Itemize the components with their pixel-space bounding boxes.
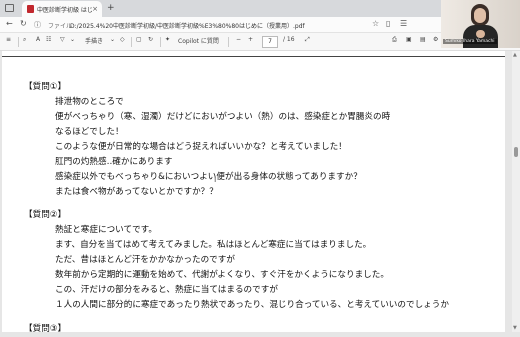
body-line: １人の人間に部分的に寒症であったり熱状であったり、混じり合っている、と考えていい… (55, 300, 449, 310)
zoom-out-button[interactable]: − (236, 36, 241, 43)
body-line: ただ、昔はほとんど汗をかかなかったのですが (55, 255, 235, 265)
section-heading: 【質問③】 (24, 324, 67, 334)
pdf-page: 【質問①】 排泄物のところで 便がべっちゃり（寒、湿濁）だけどにおいがつよい（熱… (2, 51, 505, 334)
draw-dropdown-icon[interactable]: ⌄ (70, 36, 75, 43)
scroll-down-icon[interactable]: ▼ (513, 325, 517, 331)
print-icon[interactable]: ⎙ (392, 36, 397, 44)
body-line: ます、自分を当てはめて考えてみました。私はほとんど寒症に当てはまりました。 (55, 240, 372, 250)
close-tab-icon[interactable]: × (92, 5, 98, 13)
page-number-input[interactable]: 7 (262, 36, 278, 48)
back-icon[interactable]: ← (6, 19, 13, 28)
star-icon[interactable]: ☆ (372, 19, 379, 28)
text-icon[interactable]: ☷ (46, 36, 51, 43)
page-top-rule (2, 56, 505, 57)
tab-title: 中医診断学初級 はじめに（授業用） (37, 6, 93, 14)
save-icon[interactable]: ▣ (406, 36, 412, 43)
toolbar-divider (18, 37, 19, 47)
body-line: このような便が日常的な場合はどう捉えればいいかな？と考えていました！ (55, 142, 347, 152)
presenter-hand (476, 30, 485, 38)
section-heading: 【質問②】 (24, 210, 67, 220)
body-line: 数年前から定期的に運動を始めて、代謝がよくなり、すぐ汗をかくようになりました。 (55, 270, 389, 280)
search-icon[interactable]: ⌕ (23, 36, 26, 44)
new-tab-button[interactable]: + (107, 3, 115, 13)
tab-pdf[interactable]: 中医診断学初級 はじめに（授業用） × (22, 1, 102, 17)
body-line: なるほどでした！ (55, 127, 124, 137)
read-aloud-icon[interactable]: A (36, 36, 40, 43)
favorites-icon[interactable]: ☰ (400, 19, 407, 28)
eraser-icon[interactable]: ◇ (120, 36, 125, 43)
page-view-icon[interactable]: ▢ (136, 36, 142, 43)
handwriting-button[interactable]: 手描き (85, 36, 103, 45)
fit-page-icon[interactable]: ⤢ (305, 36, 310, 44)
presenter-face (474, 8, 486, 23)
body-line: この、汗だけの部分をみると、熱症に当てはまるのですが (55, 285, 278, 295)
body-line: または食べ物があってないとかですか？？ (55, 187, 218, 197)
split-screen-icon[interactable]: ▯ (386, 19, 390, 28)
text-cursor-icon: I (214, 175, 217, 184)
section-heading: 【質問①】 (24, 82, 67, 92)
table-of-contents-icon[interactable]: ≡ (6, 36, 11, 43)
video-name-tag: Sumiko Ihara Yamachi (443, 39, 497, 44)
pdf-icon (27, 5, 34, 13)
save-as-icon[interactable]: ▤ (420, 36, 426, 43)
handwriting-dropdown-icon[interactable]: ⌄ (110, 36, 115, 43)
scroll-up-icon[interactable]: ▲ (513, 52, 517, 58)
window-menu-icon[interactable] (5, 4, 14, 12)
settings-icon[interactable]: ⚙ (433, 36, 438, 43)
url-input[interactable]: D:/2025.4%20中医診断学初級/中医診断学初級%E3%80%80はじめに… (70, 21, 305, 30)
scrollbar-thumb[interactable] (514, 147, 518, 157)
zoom-in-button[interactable]: + (248, 36, 253, 43)
copilot-icon[interactable]: ✦ (165, 36, 170, 43)
file-label: ファイル (48, 23, 73, 30)
draw-icon[interactable]: ▽ (60, 36, 65, 43)
page-total: / 16 (283, 36, 295, 43)
toolbar-divider (228, 37, 229, 47)
body-line: 感染症以外でもべっちゃり&においつよい便が出る身体の状態ってありますか？ (55, 172, 362, 182)
copilot-button[interactable]: Copilot に質問 (178, 36, 219, 45)
rotate-icon[interactable]: ↻ (148, 36, 153, 43)
refresh-icon[interactable]: ↻ (20, 19, 27, 28)
video-overlay: Sumiko Ihara Yamachi (441, 0, 520, 48)
body-line: 熱証と寒症についてです。 (55, 225, 158, 235)
info-icon[interactable]: ⓘ (34, 20, 41, 30)
toolbar-divider (131, 37, 132, 47)
body-line: 排泄物のところで (55, 97, 124, 107)
vertical-scrollbar[interactable]: ▲ ▼ (512, 51, 520, 332)
pdf-viewer[interactable]: 【質問①】 排泄物のところで 便がべっちゃり（寒、湿濁）だけどにおいがつよい（熱… (0, 51, 512, 334)
body-line: 肛門の灼熱感‥確かにあります (55, 157, 173, 167)
toolbar-divider (160, 37, 161, 47)
body-line: 便がべっちゃり（寒、湿濁）だけどにおいがつよい（熱）のは、感染症とか胃腸炎の時 (55, 112, 391, 122)
